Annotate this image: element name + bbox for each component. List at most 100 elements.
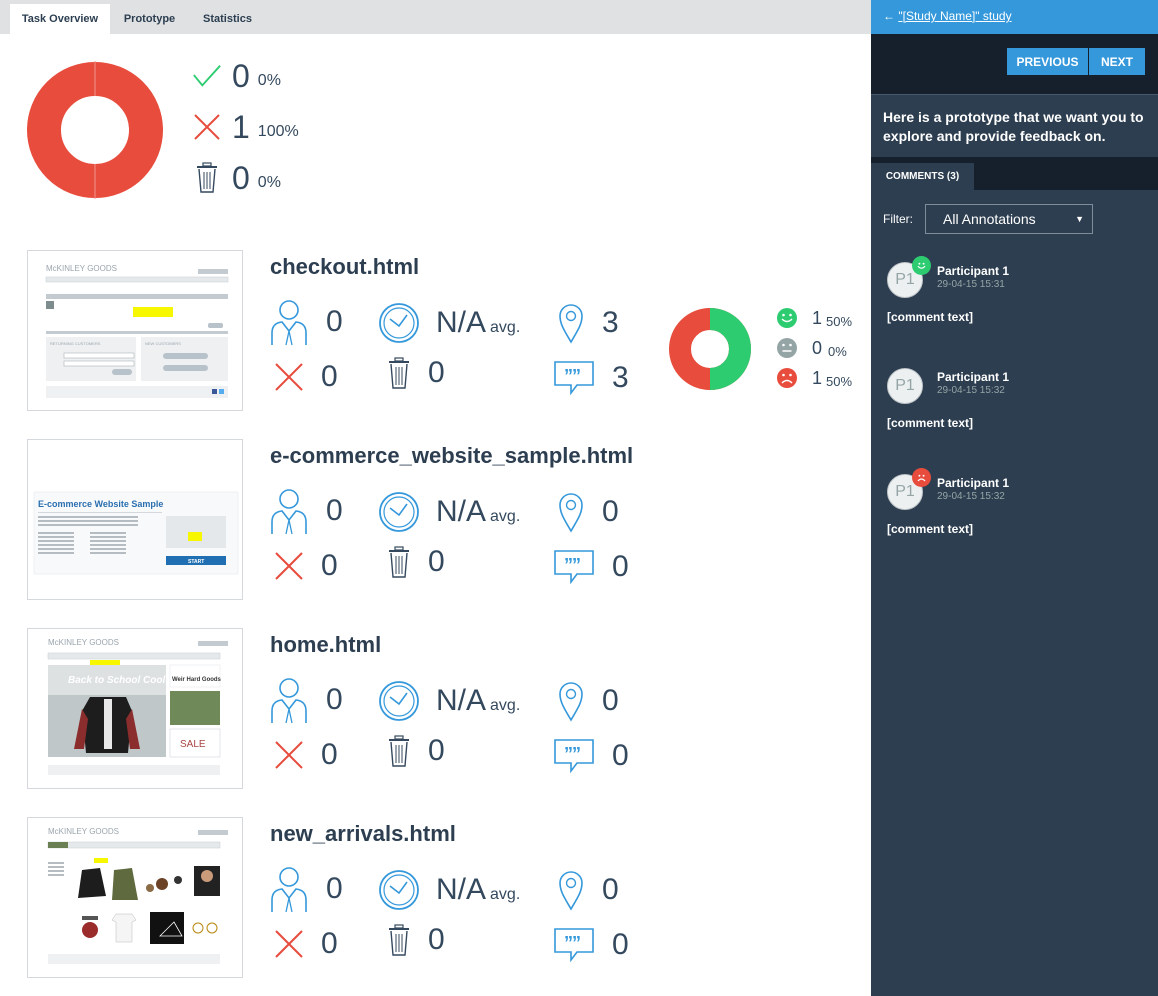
comments-metric: ”” 0 [552, 549, 629, 585]
pins-value: 0 [602, 684, 619, 717]
avg-time-metric: N/A avg. [378, 869, 520, 911]
comment-icon: ”” [552, 927, 596, 963]
filter-selected-value: All Annotations [943, 211, 1036, 227]
failed-value: 0 [321, 549, 338, 582]
sentiment-positive-count: 1 [812, 307, 823, 328]
comments-value: 0 [612, 739, 629, 772]
summary-fail-count: 1 [232, 108, 250, 145]
svg-text:Back to School Cool: Back to School Cool [68, 675, 165, 686]
svg-text:START: START [188, 559, 204, 565]
summary-fail-row: 1 100% [192, 107, 299, 147]
failed-value: 0 [321, 360, 338, 393]
tab-prototype[interactable]: Prototype [112, 4, 187, 34]
map-pin-icon [556, 680, 586, 722]
comment-text: [comment text] [887, 310, 974, 324]
abandoned-value: 0 [428, 734, 445, 767]
svg-text:”: ” [572, 933, 581, 953]
pins-value: 3 [602, 306, 619, 339]
pins-metric: 0 [556, 869, 619, 911]
summary-success-row: 0 0% [192, 56, 281, 96]
abandoned-value: 0 [428, 356, 445, 389]
person-icon [268, 864, 310, 914]
avg-label: avg. [490, 319, 521, 336]
summary-abandon-count: 0 [232, 159, 250, 196]
previous-button[interactable]: PREVIOUS [1007, 48, 1088, 75]
comment-item[interactable]: P1 Participant 1 29-04-15 15:32 [comment te… [871, 468, 1158, 554]
tab-task-overview[interactable]: Task Overview [10, 4, 110, 34]
avg-label: avg. [490, 697, 521, 714]
person-icon [268, 675, 310, 725]
avg-time-value: N/A [436, 495, 487, 528]
summary-abandon-row: 0 0% [192, 158, 281, 198]
pins-metric: 0 [556, 491, 619, 533]
clock-icon [378, 302, 420, 344]
comment-author: Participant 1 [937, 476, 1010, 490]
trash-icon [386, 734, 412, 768]
cross-icon [273, 929, 305, 959]
comment-icon: ”” [552, 549, 596, 585]
sentiment-positive-pct: 50% [826, 313, 853, 329]
task-title[interactable]: home.html [270, 632, 381, 658]
task-title[interactable]: new_arrivals.html [270, 821, 456, 847]
comment-item[interactable]: P1 Participant 1 29-04-15 15:32 [comment te… [871, 368, 1158, 448]
comment-timestamp: 29-04-15 15:31 [937, 279, 1005, 290]
svg-text:NEW CUSTOMERS: NEW CUSTOMERS [145, 341, 181, 346]
participants-metric: 0 [268, 675, 343, 725]
pins-metric: 3 [556, 302, 619, 344]
task-thumbnail[interactable]: McKINLEY GOODS RETURNING CUSTOMERS NEW C… [27, 250, 243, 411]
pins-metric: 0 [556, 680, 619, 722]
pins-value: 0 [602, 873, 619, 906]
abandoned-metric: 0 [386, 923, 445, 957]
trash-icon [386, 923, 412, 957]
trash-icon [192, 161, 222, 195]
caret-down-icon: ▼ [1075, 214, 1084, 224]
checkmark-icon [192, 59, 222, 93]
svg-text:McKINLEY GOODS: McKINLEY GOODS [48, 827, 119, 836]
sentiment-neutral-row: 0 0% [776, 337, 847, 359]
pins-value: 0 [602, 495, 619, 528]
svg-text:McKINLEY GOODS: McKINLEY GOODS [46, 264, 117, 273]
task-instructions: Here is a prototype that we want you to … [871, 94, 1158, 157]
sad-face-icon [912, 468, 931, 487]
participants-metric: 0 [268, 864, 343, 914]
trash-icon [386, 356, 412, 390]
tab-comments[interactable]: COMMENTS (3) [871, 163, 974, 190]
avg-time-metric: N/A avg. [378, 491, 520, 533]
participants-metric: 0 [268, 486, 343, 536]
annotation-filter-select[interactable]: All Annotations ▼ [925, 204, 1093, 234]
side-header: ← "[Study Name]" study [871, 0, 1158, 34]
happy-face-icon [777, 308, 797, 328]
cross-icon [273, 551, 305, 581]
failed-metric: 0 [273, 360, 338, 394]
map-pin-icon [556, 869, 586, 911]
tab-bar: Task Overview Prototype Statistics [0, 0, 871, 34]
clock-icon [378, 680, 420, 722]
failed-value: 0 [321, 738, 338, 771]
comments-value: 3 [612, 361, 629, 394]
sentiment-negative-row: 1 50% [776, 367, 852, 389]
failed-metric: 0 [273, 549, 338, 583]
back-arrow-icon: ← [883, 9, 895, 23]
comment-timestamp: 29-04-15 15:32 [937, 491, 1005, 502]
abandoned-metric: 0 [386, 545, 445, 579]
task-title[interactable]: checkout.html [270, 254, 419, 280]
next-button[interactable]: NEXT [1089, 48, 1145, 75]
abandoned-value: 0 [428, 545, 445, 578]
comment-item[interactable]: P1 Participant 1 29-04-15 15:31 [comment te… [871, 256, 1158, 342]
failed-metric: 0 [273, 738, 338, 772]
svg-text:SALE: SALE [180, 739, 206, 750]
back-link-label: "[Study Name]" study [898, 9, 1012, 23]
participants-metric: 0 [268, 297, 343, 347]
comment-text: [comment text] [887, 522, 974, 536]
tab-statistics[interactable]: Statistics [190, 4, 265, 34]
summary-fail-pct: 100% [257, 123, 299, 140]
task-thumbnail[interactable]: McKINLEY GOODS [27, 817, 243, 978]
avg-label: avg. [490, 886, 521, 903]
svg-text:Weir Hard Goods: Weir Hard Goods [172, 677, 222, 683]
task-title[interactable]: e-commerce_website_sample.html [270, 443, 633, 469]
task-thumbnail[interactable]: McKINLEY GOODS Back to School Cool Weir … [27, 628, 243, 789]
avg-time-value: N/A [436, 306, 487, 339]
task-thumbnail[interactable]: E-commerce Website Sample START [27, 439, 243, 600]
failed-metric: 0 [273, 927, 338, 961]
back-to-study-link[interactable]: ← "[Study Name]" study [883, 9, 1012, 23]
